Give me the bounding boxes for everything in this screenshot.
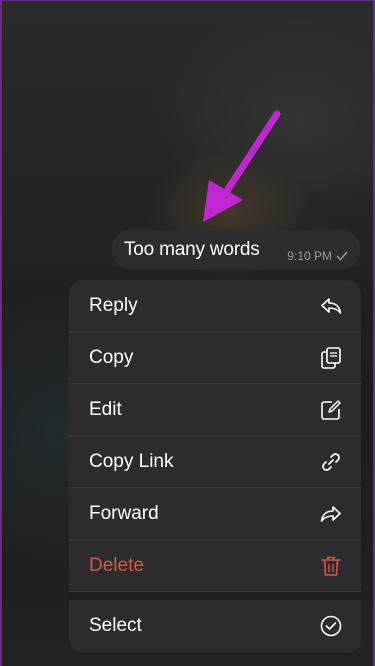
menu-item-delete[interactable]: Delete: [69, 540, 361, 592]
link-icon: [319, 450, 343, 474]
reply-icon: [319, 294, 343, 318]
trash-icon: [319, 554, 343, 578]
context-menu: Reply Copy Edit Copy Link Forward Delete…: [69, 280, 361, 653]
menu-item-select[interactable]: Select: [69, 600, 361, 652]
menu-item-label: Reply: [89, 294, 138, 316]
menu-item-label: Copy Link: [89, 450, 174, 472]
menu-item-label: Edit: [89, 398, 122, 420]
checkmark-circle-icon: [319, 614, 343, 638]
menu-item-copy[interactable]: Copy: [69, 332, 361, 384]
message-time: 9:10 PM: [287, 249, 332, 263]
message-meta: 9:10 PM: [287, 249, 348, 263]
menu-item-forward[interactable]: Forward: [69, 488, 361, 540]
menu-item-label: Copy: [89, 346, 134, 368]
menu-separator: [69, 592, 361, 600]
menu-item-label: Forward: [89, 502, 159, 524]
forward-icon: [319, 502, 343, 526]
menu-item-copy-link[interactable]: Copy Link: [69, 436, 361, 488]
frame-border-left: [0, 0, 2, 666]
menu-item-label: Delete: [89, 554, 144, 576]
frame-border-top: [0, 0, 375, 1]
message-text: Too many words: [124, 239, 260, 260]
check-icon: [336, 251, 348, 261]
menu-item-edit[interactable]: Edit: [69, 384, 361, 436]
menu-item-label: Select: [89, 615, 142, 636]
edit-icon: [319, 398, 343, 422]
menu-item-reply[interactable]: Reply: [69, 280, 361, 332]
message-bubble[interactable]: Too many words 9:10 PM: [112, 230, 360, 270]
annotation-arrow-icon: [203, 110, 281, 222]
copy-icon: [319, 346, 343, 370]
